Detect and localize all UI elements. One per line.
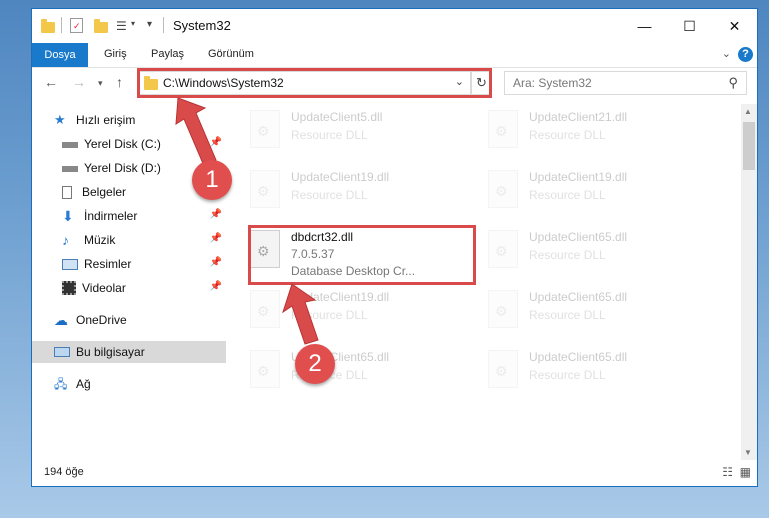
arrow-2 <box>282 283 319 345</box>
step-badge-2: 2 <box>295 344 335 384</box>
annotation-arrows <box>175 97 319 345</box>
step-badge-1: 1 <box>192 160 232 200</box>
arrow-1 <box>175 97 217 167</box>
